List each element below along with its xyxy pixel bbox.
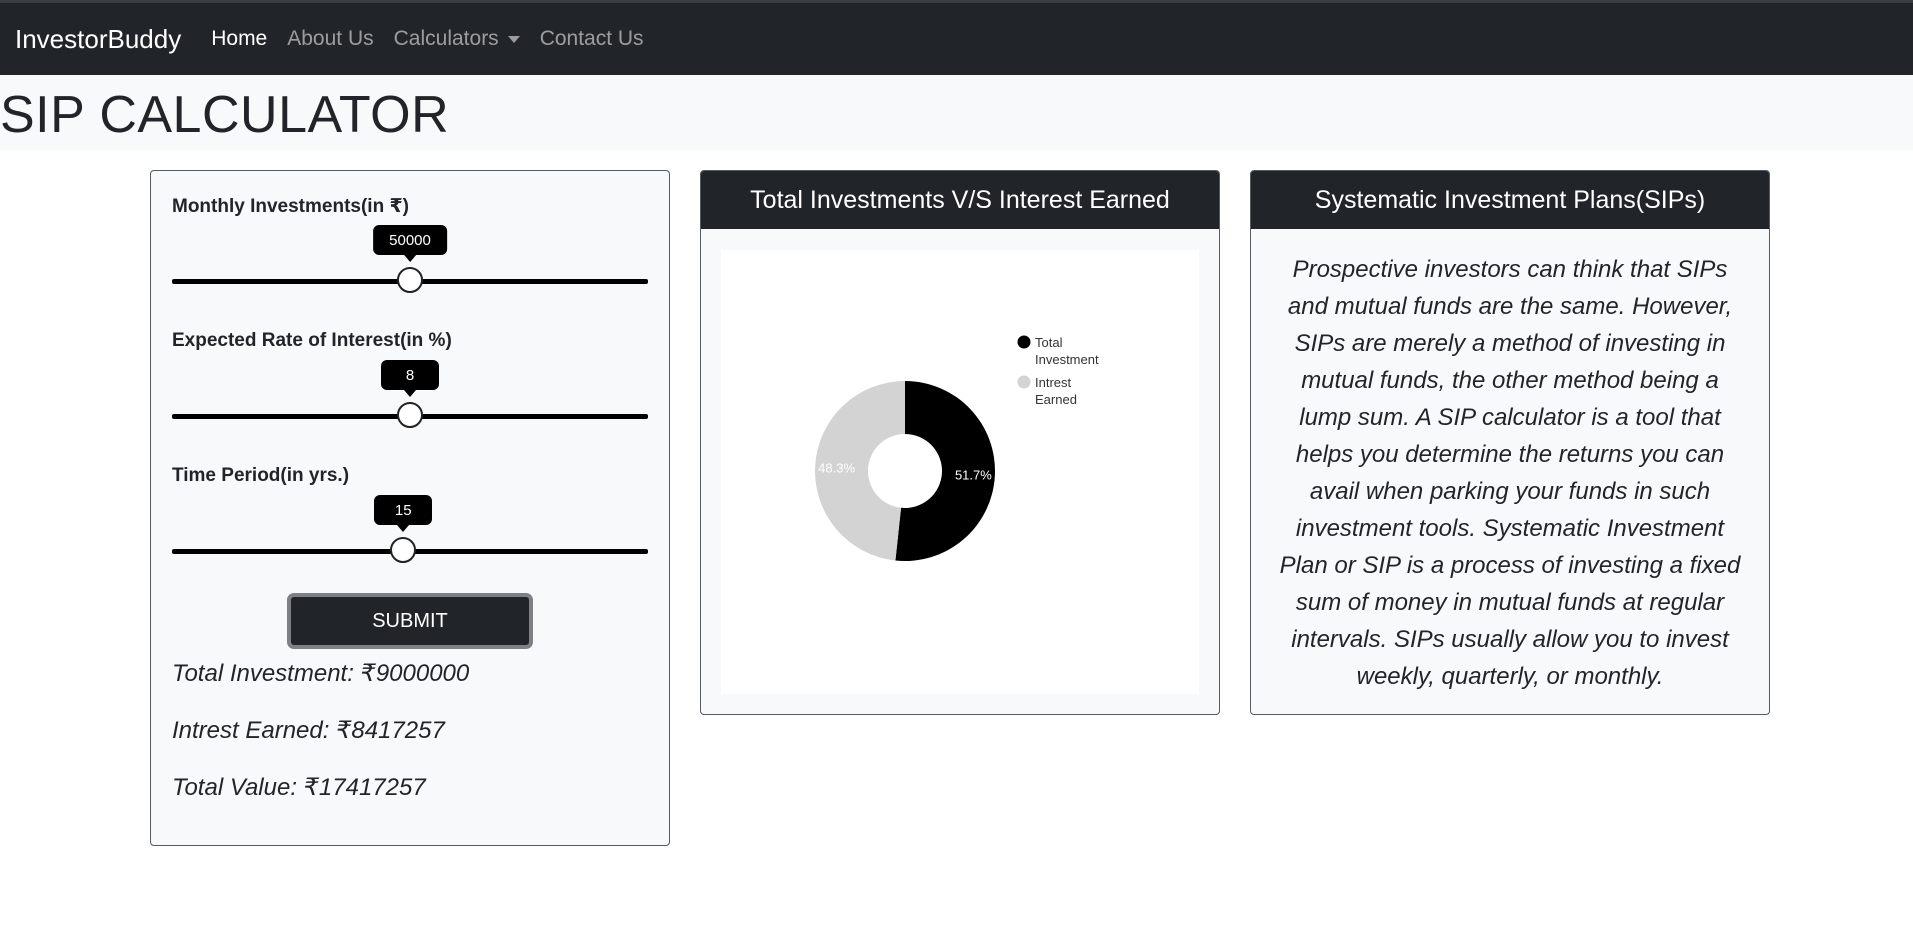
chevron-down-icon xyxy=(507,35,520,43)
interest-rate-tooltip: 8 xyxy=(381,360,439,397)
total-value-result: Total Value: ₹17417257 xyxy=(172,774,426,801)
legend-swatch[interactable] xyxy=(1017,335,1031,349)
time-period-tooltip: 15 xyxy=(374,495,433,532)
info-card: Systematic Investment Plans(SIPs) Prospe… xyxy=(1250,170,1770,715)
page-title: SIP CALCULATOR xyxy=(0,86,450,144)
nav-link-contact[interactable]: Contact Us xyxy=(540,27,644,51)
pie-slice-label: 48.3% xyxy=(818,460,855,475)
interest-rate-slider-thumb[interactable] xyxy=(397,402,423,428)
nav-link-home[interactable]: Home xyxy=(211,27,267,51)
legend-swatch[interactable] xyxy=(1017,375,1031,389)
nav-dropdown-label: Calculators xyxy=(393,27,499,50)
navbar: InvestorBuddy Home About Us Calculators … xyxy=(0,0,1913,75)
nav-link-about[interactable]: About Us xyxy=(287,27,373,51)
submit-button[interactable]: SUBMIT xyxy=(287,593,533,649)
nav-dropdown-calculators[interactable]: Calculators xyxy=(394,27,520,51)
monthly-investment-label: Monthly Investments(in ₹) xyxy=(172,196,410,217)
legend-label[interactable]: Intrest Earned xyxy=(1035,375,1077,407)
title-band: SIP CALCULATOR xyxy=(0,75,1913,150)
time-period-label: Time Period(in yrs.) xyxy=(172,465,350,486)
chart-area: 51.7% 48.3% Total Investment Intrest Earned xyxy=(721,250,1199,694)
brand-link[interactable]: InvestorBuddy xyxy=(15,24,181,55)
investment-pie-chart: 51.7% 48.3% Total Investment Intrest Earned xyxy=(815,335,1099,561)
info-card-title: Systematic Investment Plans(SIPs) xyxy=(1251,171,1769,229)
info-card-text: Prospective investors can think that SIP… xyxy=(1279,256,1741,690)
calculator-card: Monthly Investments(in ₹) 50000 Expected… xyxy=(150,170,670,846)
interest-rate-label: Expected Rate of Interest(in %) xyxy=(172,330,452,351)
chart-card-title: Total Investments V/S Interest Earned xyxy=(701,171,1219,229)
total-investment-result: Total Investment: ₹9000000 xyxy=(172,660,470,687)
legend-label[interactable]: Total Investment xyxy=(1035,335,1099,367)
monthly-investment-slider-thumb[interactable] xyxy=(397,267,423,293)
interest-earned-result: Intrest Earned: ₹8417257 xyxy=(172,717,445,744)
chart-card: Total Investments V/S Interest Earned 51… xyxy=(700,170,1220,715)
time-period-slider-thumb[interactable] xyxy=(390,537,417,563)
pie-slice-label: 51.7% xyxy=(955,468,992,483)
monthly-investment-tooltip: 50000 xyxy=(373,225,447,262)
